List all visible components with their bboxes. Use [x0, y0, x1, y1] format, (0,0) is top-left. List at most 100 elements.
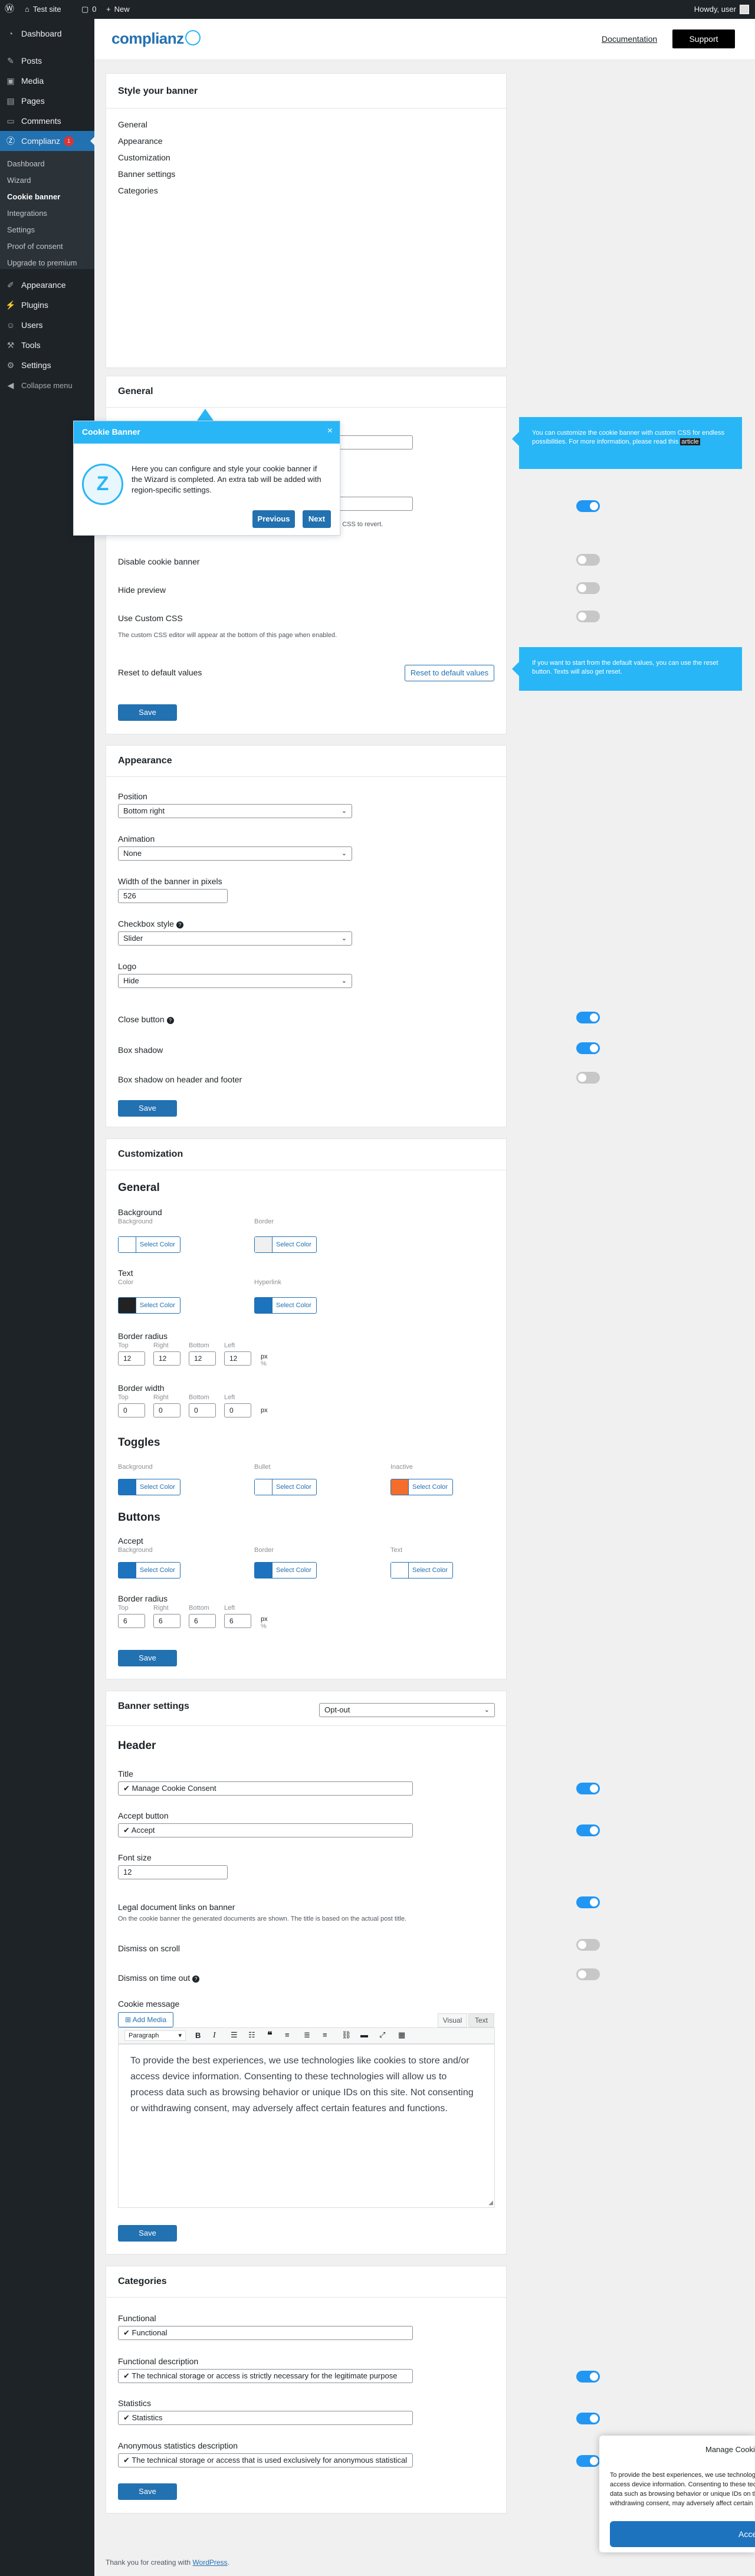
submenu-wizard[interactable]: Wizard: [0, 172, 94, 189]
anonymous-statistics-toggle[interactable]: [576, 2455, 600, 2467]
btn-radius-top-input[interactable]: 6: [118, 1614, 145, 1628]
accept-background-picker[interactable]: Select Color: [118, 1562, 180, 1579]
sidebar-item-appearance[interactable]: ✐ Appearance: [0, 275, 94, 295]
sidebar-item-dashboard[interactable]: ◔ Dashboard: [0, 24, 94, 44]
width-bottom-input[interactable]: 0: [189, 1403, 216, 1417]
align-center-icon[interactable]: ≣: [304, 2030, 310, 2040]
functional-description-toggle[interactable]: [576, 2371, 600, 2383]
font-size-input[interactable]: 12: [118, 1865, 228, 1879]
bold-icon[interactable]: B: [195, 2031, 201, 2040]
toggle-inactive-picker[interactable]: Select Color: [390, 1479, 453, 1495]
accept-button-toggle[interactable]: [576, 1824, 600, 1836]
nav-link-categories[interactable]: Categories: [118, 186, 158, 195]
help-icon[interactable]: ?: [166, 1017, 174, 1024]
toggle-bullet-picker[interactable]: Select Color: [254, 1479, 317, 1495]
numbered-list-icon[interactable]: ☷: [248, 2030, 255, 2040]
sidebar-item-posts[interactable]: ✎ Posts: [0, 51, 94, 71]
save-button[interactable]: Save: [118, 704, 177, 721]
text-color-picker[interactable]: Select Color: [118, 1297, 180, 1314]
documentation-link[interactable]: Documentation: [602, 34, 657, 44]
sidebar-item-tools[interactable]: ⚒ Tools: [0, 335, 94, 355]
sidebar-item-settings[interactable]: ⚙ Settings: [0, 355, 94, 375]
btn-radius-right-input[interactable]: 6: [153, 1614, 180, 1628]
box-shadow-toggle[interactable]: [576, 1042, 600, 1054]
sidebar-item-complianz[interactable]: Ⓩ Complianz 1: [0, 131, 94, 151]
wordpress-link[interactable]: WordPress: [192, 2558, 227, 2567]
submenu-upgrade[interactable]: Upgrade to premium: [0, 255, 94, 271]
align-left-icon[interactable]: ≡: [285, 2030, 290, 2039]
unit-px[interactable]: px: [261, 1407, 268, 1414]
save-button[interactable]: Save: [118, 2225, 177, 2242]
width-top-input[interactable]: 0: [118, 1403, 145, 1417]
horizontal-rule-icon[interactable]: ▬: [360, 2030, 368, 2039]
submenu-proof-of-consent[interactable]: Proof of consent: [0, 238, 94, 255]
nav-link-general[interactable]: General: [118, 120, 147, 129]
nav-link-appearance[interactable]: Appearance: [118, 136, 163, 146]
dismiss-scroll-toggle[interactable]: [576, 1939, 600, 1951]
sidebar-item-pages[interactable]: ▤ Pages: [0, 91, 94, 111]
help-icon[interactable]: ?: [176, 921, 183, 928]
tab-text[interactable]: Text: [468, 2013, 494, 2027]
btn-radius-left-input[interactable]: 6: [224, 1614, 251, 1628]
width-left-input[interactable]: 0: [224, 1403, 251, 1417]
accept-text-picker[interactable]: Select Color: [390, 1562, 453, 1579]
width-input[interactable]: 526: [118, 889, 228, 903]
anonymous-statistics-input[interactable]: ✔ The technical storage or access that i…: [118, 2453, 413, 2467]
sidebar-item-plugins[interactable]: ⚡ Plugins: [0, 295, 94, 315]
toggle-background-picker[interactable]: Select Color: [118, 1479, 180, 1495]
radius-top-input[interactable]: 12: [118, 1351, 145, 1366]
format-select[interactable]: Paragraph ▾: [124, 2030, 186, 2041]
nav-link-customization[interactable]: Customization: [118, 153, 170, 162]
account-menu[interactable]: Howdy, user: [694, 0, 749, 19]
site-name-link[interactable]: ⌂ Test site: [25, 0, 61, 19]
radius-bottom-input[interactable]: 12: [189, 1351, 216, 1366]
use-css-toggle[interactable]: [576, 611, 600, 622]
submenu-cookie-banner[interactable]: Cookie banner: [0, 189, 94, 205]
accept-button-input[interactable]: ✔ Accept: [118, 1823, 413, 1837]
unit-px[interactable]: px: [261, 1353, 268, 1360]
hyperlink-color-picker[interactable]: Select Color: [254, 1297, 317, 1314]
unit-px[interactable]: px: [261, 1616, 268, 1623]
btn-radius-bottom-input[interactable]: 6: [189, 1614, 216, 1628]
save-button[interactable]: Save: [118, 2483, 177, 2500]
new-content-link[interactable]: + New: [106, 0, 130, 19]
resize-handle-icon[interactable]: ◢: [488, 2200, 493, 2206]
general-toggle[interactable]: [576, 500, 600, 512]
title-input[interactable]: ✔ Manage Cookie Consent: [118, 1781, 413, 1796]
comments-count-link[interactable]: ▢ 0: [81, 0, 97, 19]
legal-links-toggle[interactable]: [576, 1896, 600, 1908]
bullet-list-icon[interactable]: ☰: [231, 2030, 238, 2040]
hide-preview-toggle[interactable]: [576, 582, 600, 594]
accept-button[interactable]: Accept: [610, 2521, 755, 2547]
submenu-settings[interactable]: Settings: [0, 222, 94, 238]
tab-visual[interactable]: Visual: [438, 2013, 467, 2027]
nav-link-banner-settings[interactable]: Banner settings: [118, 169, 175, 179]
width-right-input[interactable]: 0: [153, 1403, 180, 1417]
statistics-input[interactable]: ✔ Statistics: [118, 2411, 413, 2425]
help-icon[interactable]: ?: [192, 1976, 200, 1983]
functional-input[interactable]: ✔ Functional: [118, 2326, 413, 2340]
border-color-picker[interactable]: Select Color: [254, 1236, 317, 1253]
animation-select[interactable]: None ⌄: [118, 846, 352, 861]
submenu-dashboard[interactable]: Dashboard: [0, 156, 94, 172]
reset-defaults-button[interactable]: Reset to default values: [405, 665, 494, 681]
title-toggle[interactable]: [576, 1783, 600, 1794]
italic-icon[interactable]: I: [213, 2031, 216, 2040]
background-color-picker[interactable]: Select Color: [118, 1236, 180, 1253]
add-media-button[interactable]: ⊞ Add Media: [118, 2012, 173, 2027]
save-button[interactable]: Save: [118, 1100, 177, 1117]
close-button-toggle[interactable]: [576, 1012, 600, 1023]
radius-right-input[interactable]: 12: [153, 1351, 180, 1366]
box-shadow-hf-toggle[interactable]: [576, 1072, 600, 1084]
sidebar-item-comments[interactable]: ▭ Comments: [0, 111, 94, 131]
sidebar-item-media[interactable]: ▣ Media: [0, 71, 94, 91]
disable-banner-toggle[interactable]: [576, 554, 600, 566]
next-button[interactable]: Next: [303, 510, 331, 528]
accept-border-picker[interactable]: Select Color: [254, 1562, 317, 1579]
fullscreen-icon[interactable]: ⤢: [379, 2030, 385, 2040]
sidebar-collapse[interactable]: ◀ Collapse menu: [0, 375, 94, 395]
wordpress-logo-icon[interactable]: Ⓦ: [5, 0, 14, 19]
save-button[interactable]: Save: [118, 1650, 177, 1666]
align-right-icon[interactable]: ≡: [323, 2030, 327, 2039]
functional-description-input[interactable]: ✔ The technical storage or access is str…: [118, 2369, 413, 2383]
